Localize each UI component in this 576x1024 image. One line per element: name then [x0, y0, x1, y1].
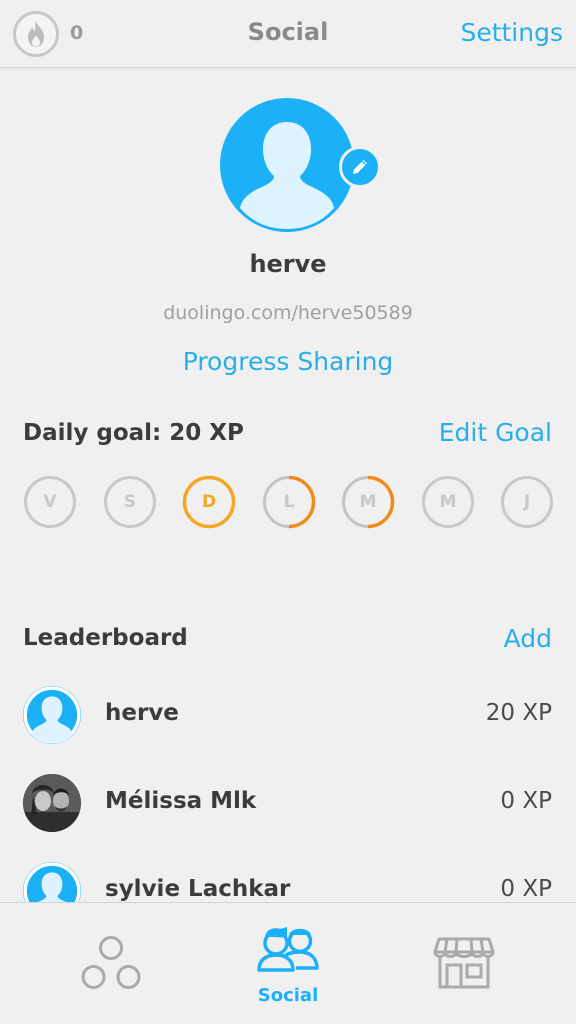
day-goal-ring: M: [421, 475, 475, 529]
default-user-icon: [23, 686, 81, 744]
daily-goal-label: Daily goal: 20 XP: [23, 420, 244, 446]
leaderboard-xp: 20 XP: [485, 700, 552, 726]
day-letter: L: [283, 492, 295, 512]
social-icon: [257, 927, 319, 972]
leaderboard-label: Leaderboard: [23, 625, 188, 651]
day-letter: V: [43, 492, 57, 512]
leaderboard-xp: 0 XP: [500, 788, 552, 814]
day-goal-ring: J: [500, 475, 554, 529]
pencil-icon: [353, 160, 367, 174]
avatar: [23, 862, 81, 902]
day-goal-ring: V: [23, 475, 77, 529]
day-letter: J: [523, 492, 531, 512]
day-letter: D: [201, 492, 217, 512]
avatar: [23, 686, 81, 744]
weekly-goal-rings: VSDLMMJ: [23, 475, 555, 529]
top-bar: 0 Social Settings: [0, 0, 576, 68]
skills-icon: [81, 936, 141, 989]
leaderboard-name: sylvie Lachkar: [105, 876, 291, 902]
leaderboard-name: herve: [105, 700, 179, 726]
bottom-nav: Social: [0, 902, 576, 1024]
leaderboard-xp: 0 XP: [500, 876, 552, 902]
profile-url: duolingo.com/herve50589: [163, 302, 413, 324]
day-letter: M: [439, 492, 457, 512]
leaderboard-row[interactable]: sylvie Lachkar 0 XP: [0, 862, 576, 902]
store-icon: [433, 937, 495, 989]
leaderboard-name: Mélissa Mlk: [105, 788, 257, 814]
profile-username: herve: [249, 250, 327, 278]
nav-social-label: Social: [257, 985, 319, 1006]
day-letter: S: [123, 492, 137, 512]
nav-skills-tab[interactable]: [15, 903, 207, 1024]
edit-goal-button[interactable]: Edit Goal: [439, 418, 552, 447]
user-photo-icon: [23, 774, 81, 832]
day-goal-ring: D: [182, 475, 236, 529]
social-content[interactable]: herve duolingo.com/herve50589 Progress S…: [0, 68, 576, 902]
avatar: [23, 774, 81, 832]
add-friend-button[interactable]: Add: [504, 624, 552, 653]
progress-sharing-link[interactable]: Progress Sharing: [0, 347, 576, 376]
leaderboard-row[interactable]: Mélissa Mlk 0 XP: [0, 774, 576, 834]
profile-avatar[interactable]: [220, 98, 354, 232]
day-goal-ring: L: [262, 475, 316, 529]
day-letter: M: [359, 492, 377, 512]
nav-social-tab[interactable]: Social: [192, 903, 384, 1024]
day-goal-ring: S: [103, 475, 157, 529]
nav-store-tab[interactable]: [369, 903, 561, 1024]
default-user-icon: [240, 122, 334, 229]
day-goal-ring: M: [341, 475, 395, 529]
edit-avatar-button[interactable]: [339, 146, 381, 188]
leaderboard-row[interactable]: herve 20 XP: [0, 686, 576, 746]
settings-button[interactable]: Settings: [460, 18, 563, 47]
default-user-icon: [23, 862, 81, 902]
